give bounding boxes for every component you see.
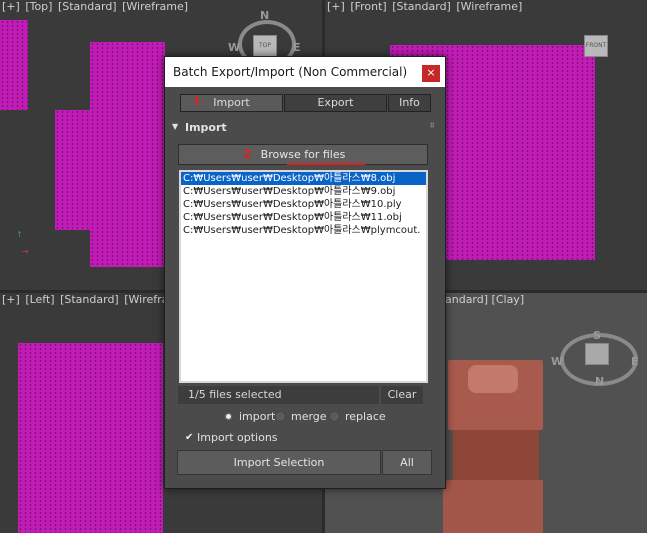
compass-w-label-persp: W <box>551 355 564 368</box>
tab-import-label: Import <box>213 96 250 109</box>
wireframe-mesh-left <box>18 343 163 533</box>
radio-replace-label: replace <box>345 410 386 423</box>
browse-label: Browse for files <box>260 148 346 161</box>
annotation-marker-2: 2 <box>243 147 252 161</box>
file-list-item[interactable]: C:₩Users₩user₩Desktop₩아틀라스₩8.obj <box>181 172 426 185</box>
file-list-item[interactable]: C:₩Users₩user₩Desktop₩아틀라스₩9.obj <box>181 185 426 198</box>
file-list-item[interactable]: C:₩Users₩user₩Desktop₩아틀라스₩11.obj <box>181 211 426 224</box>
axis-gizmo-icon: ↑ <box>16 230 23 239</box>
radio-replace-dot <box>329 410 340 422</box>
compass-n-label: N <box>260 9 270 22</box>
viewport-label-perspective[interactable]: andard] [Clay] <box>445 293 524 306</box>
dialog-titlebar[interactable]: Batch Export/Import (Non Commercial) × <box>165 57 445 87</box>
tab-info[interactable]: Info <box>388 94 431 112</box>
clear-button[interactable]: Clear <box>381 386 423 404</box>
radio-merge-label: merge <box>291 410 327 423</box>
checkmark-icon: ✔ <box>185 431 194 443</box>
radio-replace[interactable]: replace <box>329 410 386 423</box>
grip-icon: ⠿ <box>429 122 435 130</box>
selection-status: 1/5 files selected <box>178 386 379 404</box>
file-list-item[interactable]: C:₩Users₩user₩Desktop₩아틀라스₩plymcout. <box>181 224 426 237</box>
collapse-arrow-icon: ▼ <box>172 122 179 131</box>
batch-export-import-dialog: Batch Export/Import (Non Commercial) × 1… <box>164 56 446 489</box>
viewport-label-front[interactable]: [+] [Front] [Standard] [Wireframe] <box>327 0 524 13</box>
tab-info-label: Info <box>399 96 420 109</box>
radio-merge[interactable]: merge <box>275 410 327 423</box>
compass-n-label-persp: N <box>595 375 605 388</box>
dialog-title: Batch Export/Import (Non Commercial) <box>173 65 408 79</box>
section-title: Import <box>185 121 227 134</box>
viewcube-persp[interactable] <box>585 343 609 365</box>
wireframe-mesh-top-edge <box>0 20 28 110</box>
import-options-checkbox[interactable]: ✔ Import options <box>185 431 278 444</box>
tab-export[interactable]: Export <box>284 94 387 112</box>
compass-s-label: S <box>593 329 601 342</box>
compass-e-label: E <box>293 41 301 54</box>
compass-w-label: W <box>228 41 241 54</box>
wireframe-mesh-top-edge2 <box>55 110 95 230</box>
axis-gizmo-x-icon: → <box>22 247 29 256</box>
annotation-underline <box>287 163 365 165</box>
tab-export-label: Export <box>317 96 354 109</box>
radio-merge-dot <box>275 410 286 422</box>
file-list[interactable]: C:₩Users₩user₩Desktop₩아틀라스₩8.obj C:₩User… <box>179 170 428 383</box>
import-section-header[interactable]: ▼ Import ⠿ <box>170 119 440 137</box>
all-button[interactable]: All <box>382 450 432 475</box>
radio-import-label: import <box>239 410 276 423</box>
wireframe-mesh-top <box>90 42 165 267</box>
clay-model <box>443 355 543 533</box>
radio-import[interactable]: import <box>223 410 275 423</box>
file-list-item[interactable]: C:₩Users₩user₩Desktop₩아틀라스₩10.ply <box>181 198 426 211</box>
annotation-marker-1: 1 <box>193 94 201 107</box>
tab-import[interactable]: 1 Import <box>180 94 283 112</box>
compass-e-label-persp: E <box>631 355 639 368</box>
radio-import-dot <box>223 410 234 422</box>
viewcube-top[interactable]: TOP <box>253 35 277 57</box>
import-selection-button[interactable]: Import Selection <box>177 450 381 475</box>
tab-bar: 1 Import Export Info <box>180 94 431 112</box>
viewport-label-top[interactable]: [+] [Top] [Standard] [Wireframe] <box>2 0 190 13</box>
viewcube-front[interactable]: FRONT <box>584 35 608 57</box>
import-options-label: Import options <box>197 431 278 444</box>
browse-files-button[interactable]: 2 Browse for files <box>178 144 428 165</box>
close-button[interactable]: × <box>422 65 440 82</box>
